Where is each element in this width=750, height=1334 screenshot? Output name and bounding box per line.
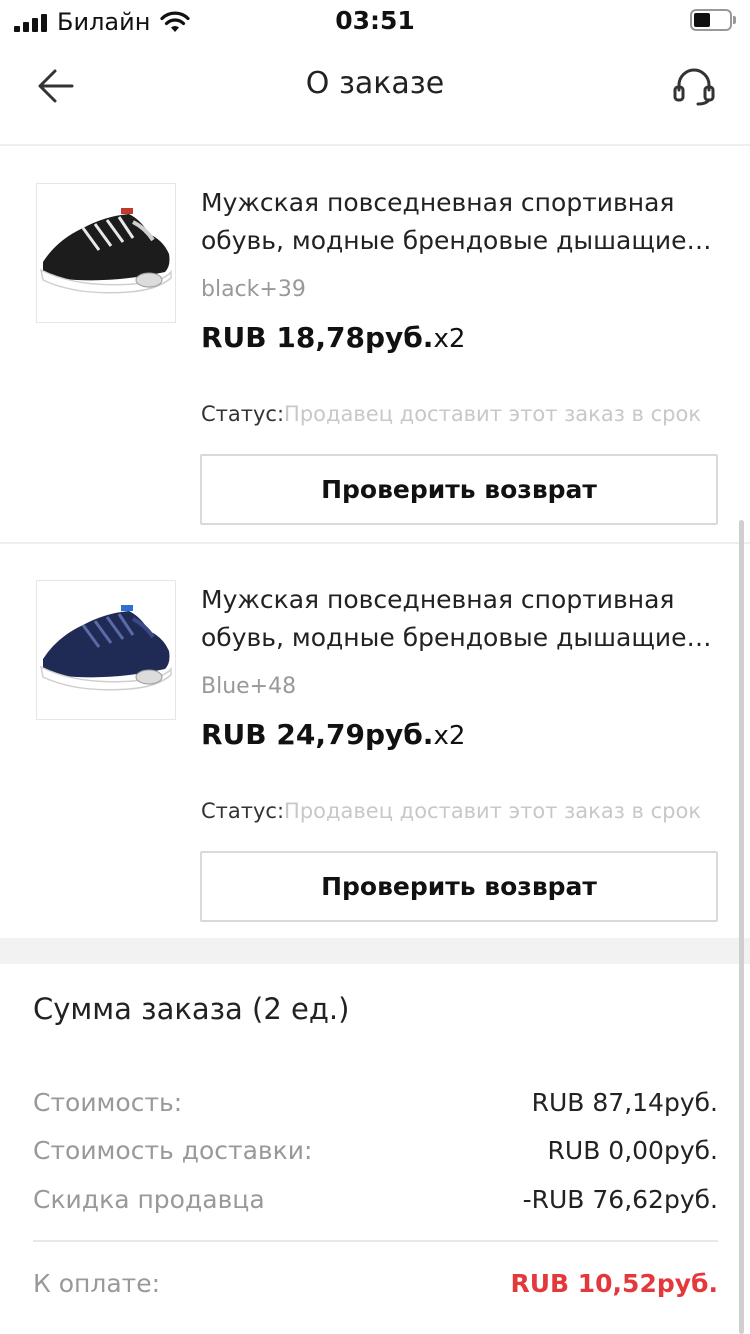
product-title[interactable]: Мужская повседневная спортивная обувь, м…	[201, 184, 719, 260]
product-variant: Blue+48	[201, 674, 297, 699]
section-separator	[0, 938, 750, 964]
price-value: RUB 18,78руб.	[201, 321, 434, 354]
summary-value: RUB 87,14руб.	[531, 1087, 718, 1117]
total-amount: RUB 10,52руб.	[510, 1268, 718, 1298]
summary-row-cost: Стоимость: RUB 87,14руб.	[33, 1082, 718, 1122]
product-title-line: обувь, модные брендовые дышащие кроссовк…	[201, 226, 719, 255]
summary-value: -RUB 76,62руб.	[522, 1184, 718, 1214]
price-value: RUB 24,79руб.	[201, 718, 434, 751]
clock: 03:51	[335, 6, 415, 35]
status-value: Продавец доставит этот заказ в срок	[284, 402, 702, 426]
quantity: x2	[433, 721, 466, 751]
product-image[interactable]	[36, 183, 176, 323]
order-item: Мужская повседневная спортивная обувь, м…	[0, 544, 750, 938]
summary-label: Стоимость доставки:	[33, 1135, 313, 1165]
page-title: О заказе	[305, 66, 445, 101]
quantity: x2	[433, 324, 466, 354]
summary-label: Скидка продавца	[33, 1184, 265, 1214]
navigation-bar: О заказе	[0, 44, 750, 146]
sneaker-image	[39, 605, 172, 691]
product-title-line: обувь, модные брендовые дышащие кроссовк…	[201, 623, 719, 652]
order-summary-title: Сумма заказа (2 ед.)	[33, 992, 350, 1026]
order-details-screen: Билайн 03:51 О заказе Мужская повседневн…	[0, 0, 750, 1334]
check-return-button[interactable]: Проверить возврат	[200, 454, 718, 525]
status-label: Статус:	[201, 799, 285, 823]
status-bar: Билайн 03:51	[0, 0, 750, 44]
status-value: Продавец доставит этот заказ в срок	[284, 799, 702, 823]
summary-row-discount: Скидка продавца -RUB 76,62руб.	[33, 1179, 718, 1219]
scrollbar[interactable]	[739, 520, 744, 1334]
status-label: Статус:	[201, 402, 285, 426]
summary-row-shipping: Стоимость доставки: RUB 0,00руб.	[33, 1130, 718, 1170]
order-status: Статус:Продавец доставит этот заказ в ср…	[201, 799, 717, 823]
product-title[interactable]: Мужская повседневная спортивная обувь, м…	[201, 581, 719, 657]
product-price: RUB 24,79руб.x2	[201, 718, 465, 751]
order-item: Мужская повседневная спортивная обувь, м…	[0, 146, 750, 542]
product-variant: black+39	[201, 277, 306, 302]
summary-row-total: К оплате: RUB 10,52руб.	[33, 1263, 718, 1303]
product-title-line: Мужская повседневная спортивная	[201, 188, 675, 217]
product-title-line: Мужская повседневная спортивная	[201, 585, 675, 614]
headset-icon[interactable]	[672, 66, 716, 106]
battery-icon	[690, 9, 736, 31]
sneaker-image	[39, 208, 172, 294]
summary-label: К оплате:	[33, 1268, 161, 1298]
summary-label: Стоимость:	[33, 1087, 183, 1117]
divider	[33, 1240, 718, 1242]
check-return-button[interactable]: Проверить возврат	[200, 851, 718, 922]
product-image[interactable]	[36, 580, 176, 720]
summary-value: RUB 0,00руб.	[547, 1135, 718, 1165]
product-price: RUB 18,78руб.x2	[201, 321, 465, 354]
order-status: Статус:Продавец доставит этот заказ в ср…	[201, 402, 717, 426]
